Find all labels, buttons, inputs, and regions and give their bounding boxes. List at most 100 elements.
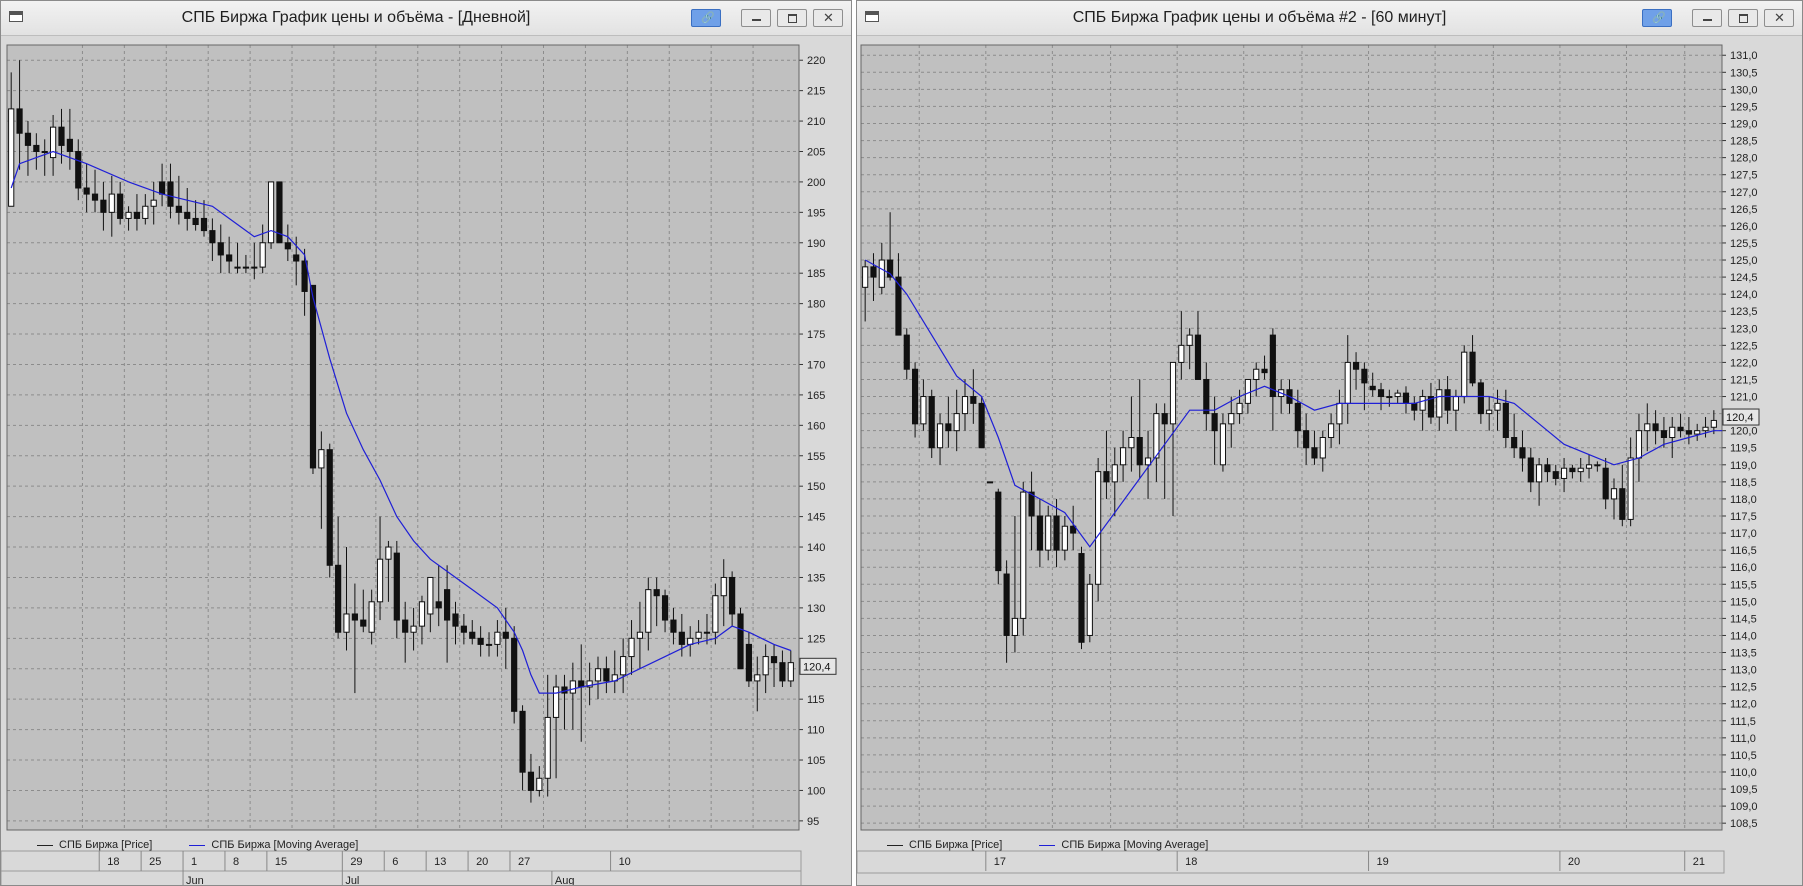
candle-body <box>259 242 266 268</box>
candle <box>1461 345 1468 404</box>
window-menu-icon[interactable] <box>865 11 879 22</box>
plot-area <box>861 45 1722 830</box>
candle-body <box>402 619 409 633</box>
candle-body <box>745 643 752 682</box>
candle-body <box>729 576 736 615</box>
candle-body <box>703 631 711 634</box>
candle <box>928 389 935 458</box>
candle-body <box>8 108 15 207</box>
y-tick-label: 160 <box>807 420 825 432</box>
candle-body <box>1169 361 1177 425</box>
candle-body <box>645 589 652 633</box>
candle-body <box>318 449 325 469</box>
titlebar[interactable]: СПБ Биржа График цены и объёма #2 - [60 … <box>857 1 1802 36</box>
candle-body <box>117 193 124 219</box>
last-value-label: 120,4 <box>1726 412 1754 424</box>
x-tick-label: 27 <box>518 856 530 868</box>
candle-body <box>385 546 392 560</box>
candle-body <box>1469 351 1476 384</box>
y-tick-label: 205 <box>807 146 825 158</box>
candle-body <box>1294 402 1301 432</box>
candle-body <box>1078 553 1085 643</box>
close-icon: ✕ <box>1774 10 1785 25</box>
candle-body <box>1003 573 1010 636</box>
candle-body <box>1644 423 1651 432</box>
candle-body <box>502 631 509 639</box>
candle-body <box>351 613 358 621</box>
candle-body <box>242 266 250 269</box>
candle-body <box>226 254 233 262</box>
y-tick-label: 115,0 <box>1730 596 1757 608</box>
candle-body <box>158 181 166 195</box>
titlebar[interactable]: СПБ Биржа График цены и объёма - [Дневно… <box>1 1 851 36</box>
candle-body <box>234 266 241 269</box>
maximize-button[interactable] <box>1728 9 1758 27</box>
close-button[interactable]: ✕ <box>813 9 843 27</box>
candle <box>326 443 333 578</box>
month-label: Aug <box>555 875 575 885</box>
y-tick-label: 124,0 <box>1730 289 1758 301</box>
candle <box>1020 481 1027 636</box>
candle-body <box>1511 437 1518 449</box>
x-axis <box>857 850 1725 874</box>
candle-body <box>284 242 291 250</box>
candle-body <box>779 662 786 682</box>
candle-body <box>1369 385 1376 391</box>
x-axis <box>1 850 802 885</box>
daily-price-chart[interactable]: 9510010511011512012513013514014515015516… <box>1 35 851 885</box>
candle-body <box>393 552 400 621</box>
x-tick-label: 20 <box>476 856 488 868</box>
hourly-price-chart[interactable]: 108,5 109,0 109,5 110,0 110,5 111,0 111,5 112,0… <box>857 35 1802 885</box>
close-button[interactable]: ✕ <box>1764 9 1794 27</box>
link-button[interactable]: 🔗 <box>691 9 721 27</box>
candle-body <box>33 144 40 152</box>
y-tick-label: 150 <box>807 481 825 493</box>
maximize-button[interactable] <box>777 9 807 27</box>
y-tick-label: 127,5 <box>1730 170 1758 182</box>
candle-body <box>460 625 467 633</box>
candle-body <box>594 668 602 682</box>
candle-body <box>1577 467 1584 473</box>
y-tick-label: 175 <box>807 329 825 341</box>
y-tick-label: 117,5 <box>1730 511 1757 523</box>
candle-body <box>511 637 518 712</box>
candle-body <box>1544 464 1551 473</box>
x-tick-label: 15 <box>275 856 287 868</box>
y-tick-label: 121,0 <box>1730 392 1758 404</box>
hourly-chart-window: СПБ Биржа График цены и объёма #2 - [60 … <box>856 0 1803 886</box>
candle-body <box>970 396 977 404</box>
candle-body <box>50 126 57 159</box>
candle-body <box>878 259 885 288</box>
candle-body <box>1219 423 1227 466</box>
candle-body <box>953 413 960 432</box>
candle-body <box>167 181 174 207</box>
link-button[interactable]: 🔗 <box>1642 9 1672 27</box>
candle-body <box>1569 467 1576 473</box>
y-tick-label: 125,5 <box>1730 238 1758 250</box>
y-tick-label: 220 <box>807 55 825 67</box>
minimize-button[interactable] <box>741 9 771 27</box>
y-tick-label: 200 <box>807 177 825 189</box>
candle-body <box>1344 361 1351 404</box>
candle-body <box>1452 396 1459 411</box>
candle-body <box>870 266 877 278</box>
y-tick-label: 125,0 <box>1730 255 1758 267</box>
candle <box>511 626 518 724</box>
candle-body <box>903 334 910 370</box>
candle-body <box>293 254 300 262</box>
candle-body <box>410 625 417 633</box>
minimize-button[interactable] <box>1692 9 1722 27</box>
candle-body <box>108 193 115 213</box>
y-tick-label: 119,0 <box>1730 460 1757 472</box>
candle-body <box>945 423 952 432</box>
y-tick-label: 116,0 <box>1730 562 1757 574</box>
candle-body <box>1619 488 1626 520</box>
y-tick-label: 210 <box>807 116 825 128</box>
candle-body <box>1585 464 1593 469</box>
candle-body <box>477 637 484 645</box>
candle-body <box>1336 402 1343 425</box>
candle-body <box>661 595 669 621</box>
window-menu-icon[interactable] <box>9 11 23 22</box>
candle-body <box>1153 413 1160 459</box>
candle-body <box>427 576 434 615</box>
